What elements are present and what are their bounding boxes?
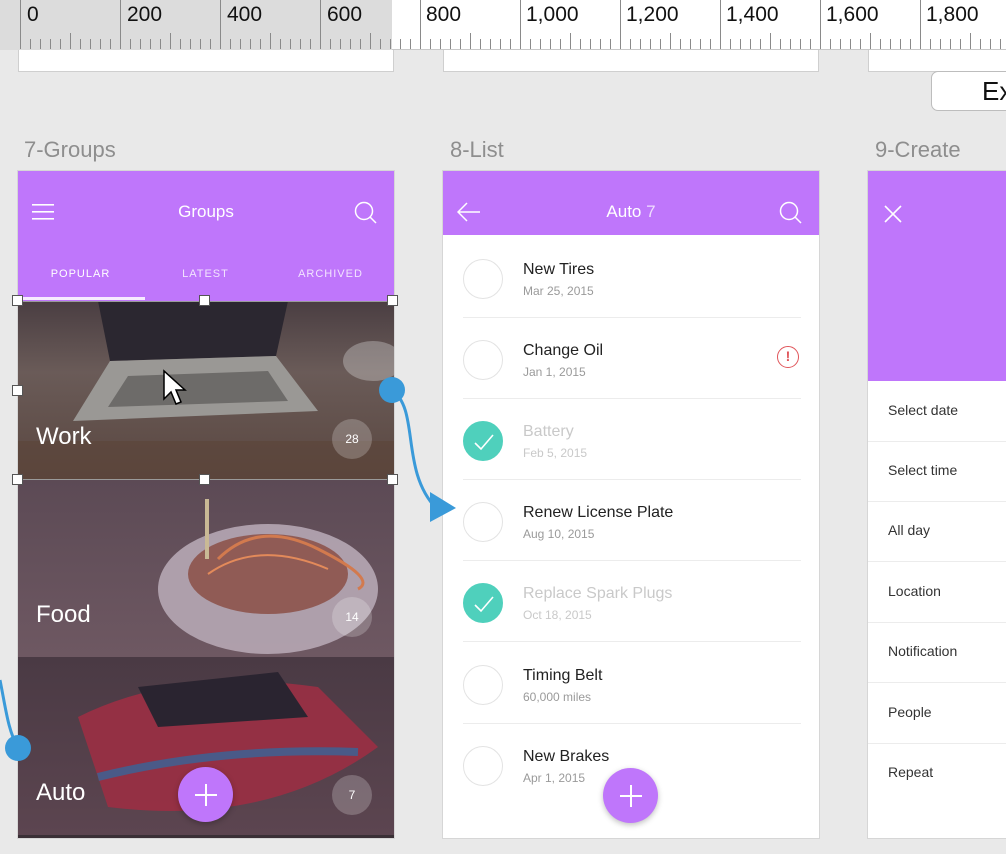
link-start-dot[interactable] — [5, 735, 31, 761]
link-start-dot[interactable] — [379, 377, 405, 403]
link-connector — [391, 388, 438, 510]
cursor-arrow-icon — [163, 369, 187, 405]
link-arrow-icon — [430, 492, 456, 522]
prototype-links — [0, 377, 456, 761]
